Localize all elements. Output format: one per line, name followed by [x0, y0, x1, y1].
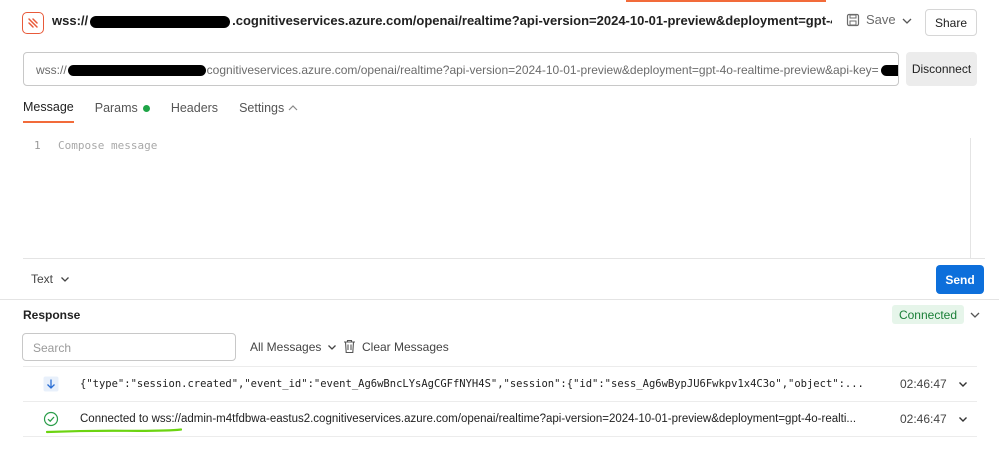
- redacted-url-host: [67, 65, 206, 77]
- save-icon: [846, 13, 860, 26]
- message-text: {"type":"session.created","event_id":"ev…: [80, 377, 863, 390]
- trash-icon: [344, 339, 355, 354]
- tab-params-label: Params: [94, 101, 138, 115]
- request-title[interactable]: wss:// .cognitiveservices.azure.com/opena…: [52, 13, 832, 28]
- response-collapse-chevron-icon[interactable]: [968, 308, 982, 322]
- tab-settings-label: Settings: [239, 101, 285, 115]
- chevron-down-icon: [61, 277, 69, 282]
- message-filter-dropdown[interactable]: All Messages: [250, 340, 338, 354]
- request-tabs: Message Params Headers Settings: [23, 100, 305, 123]
- message-format-label: Text: [31, 272, 54, 286]
- redacted-api-key: [880, 65, 898, 77]
- expand-chevron-icon[interactable]: [957, 378, 969, 390]
- response-title: Response: [23, 308, 81, 322]
- share-button[interactable]: Share: [925, 9, 977, 36]
- params-status-dot: [142, 104, 150, 112]
- request-title-suffix: .cognitiveservices.azure.com/openai/real…: [232, 13, 832, 28]
- arrow-down-icon: [43, 376, 59, 391]
- request-title-prefix: wss://: [52, 13, 89, 28]
- clear-messages-button[interactable]: Clear Messages: [343, 339, 449, 354]
- tab-message-label: Message: [23, 100, 74, 114]
- save-button[interactable]: Save: [846, 12, 896, 27]
- tab-headers-label: Headers: [170, 101, 219, 115]
- websocket-request-view: wss:// .cognitiveservices.azure.com/opena…: [0, 0, 999, 462]
- active-tab-indicator: [626, 0, 826, 2]
- connection-status-badge: Connected: [892, 305, 964, 324]
- expand-chevron-icon[interactable]: [957, 413, 969, 425]
- compose-message-editor[interactable]: Compose message: [58, 139, 157, 152]
- response-search-input[interactable]: Search: [22, 333, 236, 361]
- chevron-down-icon: [328, 345, 337, 350]
- save-label: Save: [866, 12, 896, 27]
- response-divider: [0, 299, 999, 300]
- url-suffix: cognitiveservices.azure.com/openai/realt…: [206, 63, 879, 77]
- websocket-request-icon: [22, 12, 44, 34]
- tab-headers[interactable]: Headers: [171, 100, 218, 123]
- check-circle-icon: [43, 411, 59, 426]
- message-format-dropdown[interactable]: Text: [31, 272, 71, 286]
- chevron-up-icon[interactable]: [286, 101, 300, 115]
- url-prefix: wss://: [36, 63, 67, 77]
- editor-line-number: 1: [34, 139, 41, 152]
- tab-settings[interactable]: Settings: [239, 100, 284, 123]
- disconnect-button[interactable]: Disconnect: [906, 52, 977, 86]
- url-input[interactable]: wss:// cognitiveservices.azure.com/openai…: [23, 52, 899, 86]
- tab-message[interactable]: Message: [23, 100, 74, 123]
- messages-bottom-divider: [23, 436, 977, 437]
- redacted-host: [90, 15, 231, 28]
- tab-params[interactable]: Params: [95, 100, 150, 123]
- send-button[interactable]: Send: [936, 265, 984, 294]
- save-options-chevron-icon[interactable]: [900, 14, 914, 28]
- message-filter-label: All Messages: [250, 340, 322, 354]
- message-row[interactable]: {"type":"session.created","event_id":"ev…: [23, 366, 977, 400]
- highlight-underline-annotation: [46, 428, 182, 434]
- message-timestamp: 02:46:47: [900, 376, 947, 391]
- clear-messages-label: Clear Messages: [362, 339, 449, 354]
- message-timestamp: 02:46:47: [900, 411, 947, 426]
- message-text: Connected to wss://admin-m4tfdbwa-eastus…: [80, 412, 857, 425]
- editor-scrollbar[interactable]: [970, 138, 971, 258]
- editor-divider: [23, 258, 985, 259]
